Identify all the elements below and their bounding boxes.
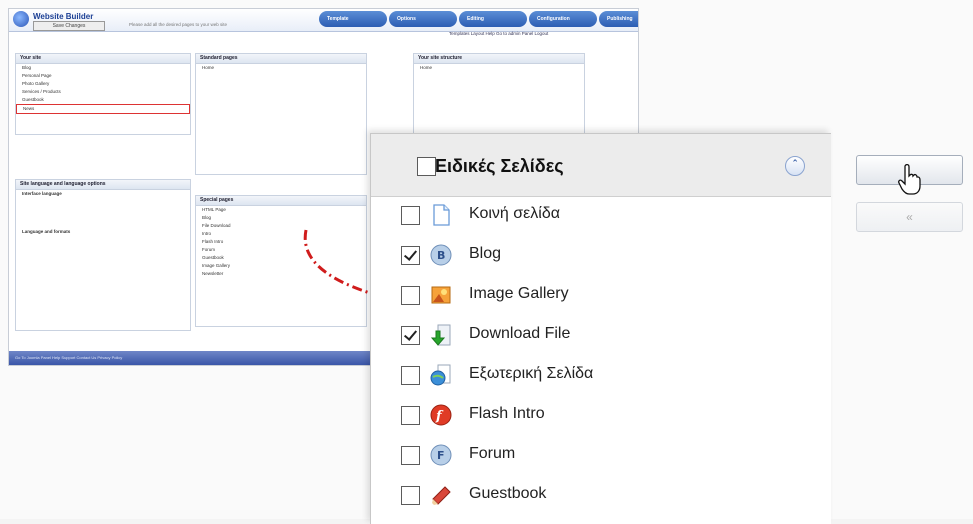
flash-icon: f <box>430 404 452 426</box>
list-item[interactable]: Photo Gallery <box>16 80 190 88</box>
flash-intro-checkbox[interactable] <box>401 406 420 425</box>
item-label: Guestbook <box>469 485 547 502</box>
image-gallery-checkbox[interactable] <box>401 286 420 305</box>
language-panel: Site language and language options Inter… <box>15 179 191 331</box>
list-item[interactable]: Home <box>196 64 366 72</box>
top-links[interactable]: Templates Layout Help Go to admin Panel … <box>449 31 548 36</box>
your-site-panel: Your site Blog Personal Page Photo Galle… <box>15 53 191 135</box>
forum-icon: F <box>430 444 452 466</box>
callout-connector-icon <box>303 229 371 295</box>
panel-title: Special pages <box>196 196 366 206</box>
step-editing[interactable]: Editing <box>459 11 527 27</box>
list-item[interactable]: Blog <box>196 214 366 222</box>
download-file-checkbox[interactable] <box>401 326 420 345</box>
hand-cursor-icon <box>898 164 921 195</box>
list-item[interactable]: Blog <box>16 64 190 72</box>
svg-text:B: B <box>437 249 445 262</box>
download-icon <box>430 324 451 346</box>
svg-text:F: F <box>437 449 445 462</box>
item-label: Image Gallery <box>469 285 569 302</box>
blog-checkbox[interactable] <box>401 246 420 265</box>
guestbook-checkbox[interactable] <box>401 486 420 505</box>
standard-pages-panel: Standard pages Home <box>195 53 367 175</box>
list-item[interactable]: Personal Page <box>16 72 190 80</box>
item-label: Blog <box>469 245 502 262</box>
app-topbar: Website Builder Save Changes Please add … <box>9 9 638 32</box>
external-page-checkbox[interactable] <box>401 366 420 385</box>
panel-header: Ειδικές Σελίδες ˆ <box>371 134 831 197</box>
hint-text: Please add all the desired pages to your… <box>129 22 228 27</box>
panel-title: Your site structure <box>414 54 584 64</box>
panel-title: Ειδικές Σελίδες <box>435 156 564 176</box>
section-label: Interface language <box>22 191 62 196</box>
item-label: Download File <box>469 325 571 342</box>
section-label: Language and formats <box>22 229 71 234</box>
list-item[interactable]: Guestbook <box>16 96 190 104</box>
list-item[interactable]: Home <box>414 64 584 72</box>
item-label: Κοινή σελίδα <box>469 205 560 222</box>
step-options[interactable]: Options <box>389 11 457 27</box>
item-label: Εξωτερική Σελίδα <box>469 365 594 382</box>
step-template[interactable]: Template <box>319 11 387 27</box>
list-item[interactable]: HTML Page <box>196 206 366 214</box>
save-changes-button[interactable]: Save Changes <box>33 21 105 31</box>
wizard-steps: Template Options Editing Configuration P… <box>319 11 638 27</box>
forum-checkbox[interactable] <box>401 446 420 465</box>
collapse-icon[interactable]: ˆ <box>785 156 805 176</box>
blog-icon: B <box>430 244 452 266</box>
list-item[interactable]: News <box>16 104 190 114</box>
page-checkbox[interactable] <box>401 206 420 225</box>
panel-title: Site language and language options <box>16 180 190 190</box>
panel-title: Your site <box>16 54 190 64</box>
panel-title: Standard pages <box>196 54 366 64</box>
external-page-icon <box>430 364 451 386</box>
guestbook-icon <box>432 486 451 505</box>
step-publishing[interactable]: Publishing <box>599 11 638 27</box>
image-gallery-icon <box>431 286 451 304</box>
item-label: Forum <box>469 445 516 462</box>
special-pages-panel: Ειδικές Σελίδες ˆ Κοινή σελίδα B Blog Im… <box>370 133 831 524</box>
list-item[interactable]: Services / Products <box>16 88 190 96</box>
logo-icon <box>13 11 29 27</box>
app-brand: Website Builder <box>33 12 94 21</box>
step-configuration[interactable]: Configuration <box>529 11 597 27</box>
select-all-checkbox[interactable] <box>417 157 436 176</box>
remove-page-button[interactable]: « <box>856 202 963 232</box>
item-label: Flash Intro <box>469 405 545 422</box>
page-icon <box>433 204 450 226</box>
